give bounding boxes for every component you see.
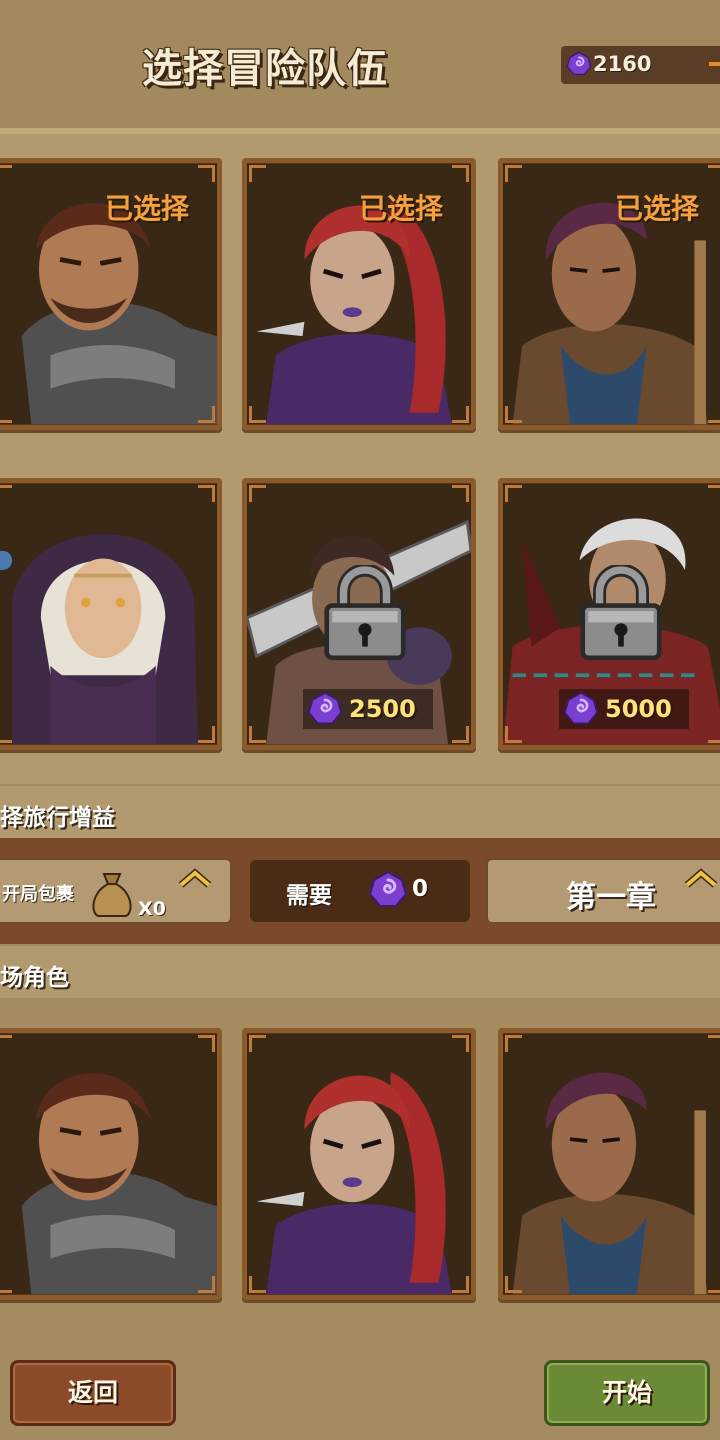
card-corner	[0, 1035, 12, 1052]
hero-card-shaman[interactable]: 已选择	[498, 158, 720, 430]
need-value: 0	[412, 876, 429, 902]
card-corner	[249, 726, 266, 743]
card-corner	[249, 1276, 266, 1293]
card-corner	[505, 1035, 522, 1052]
gem-balance: 2160	[561, 46, 720, 84]
card-corner	[708, 1276, 720, 1293]
chapter-selector[interactable]: 第一章	[486, 858, 720, 924]
hero-card-nun[interactable]	[0, 478, 222, 750]
add-gem-icon[interactable]	[709, 62, 720, 66]
card-corner	[452, 485, 469, 502]
card-corner	[708, 485, 720, 502]
lock-icon	[579, 565, 663, 661]
purple-gem-icon	[563, 691, 599, 727]
starter-pack-label: 开局包裹	[2, 884, 74, 905]
card-corner	[249, 406, 266, 423]
nun-portrait	[0, 483, 217, 745]
selected-tag: 已选择	[358, 192, 443, 225]
hero-card-rogue[interactable]: 已选择	[242, 158, 476, 430]
card-corner	[452, 1035, 469, 1052]
purple-gem-icon	[368, 870, 408, 910]
purple-gem-icon	[307, 691, 343, 727]
back-button[interactable]: 返回	[10, 1360, 176, 1426]
rogue-portrait	[247, 1033, 471, 1295]
page-title: 选择冒险队伍	[142, 46, 388, 92]
starter-pack-selector[interactable]: 开局包裹 X0	[0, 858, 232, 924]
deploy-slot-rogue[interactable]	[242, 1028, 476, 1300]
card-corner	[198, 726, 215, 743]
card-corner	[0, 726, 12, 743]
purple-gem-icon	[566, 51, 592, 77]
card-corner	[452, 726, 469, 743]
card-corner	[708, 726, 720, 743]
card-corner	[505, 726, 522, 743]
price-value: 5000	[605, 695, 672, 723]
top-bar: 选择冒险队伍 2160	[0, 0, 720, 128]
selected-tag: 已选择	[614, 192, 699, 225]
card-corner	[505, 1276, 522, 1293]
deploy-label: 场角色	[0, 965, 69, 991]
card-corner	[0, 1276, 12, 1293]
sack-icon	[92, 873, 132, 917]
start-button[interactable]: 开始	[544, 1360, 710, 1426]
card-corner	[0, 165, 12, 182]
deploy-slot-warrior[interactable]	[0, 1028, 222, 1300]
card-corner	[505, 485, 522, 502]
gem-count: 2160	[593, 52, 652, 76]
hero-card-warrior[interactable]: 已选择	[0, 158, 222, 430]
chevron-up-icon[interactable]	[178, 868, 212, 888]
deploy-header-band	[0, 946, 720, 998]
card-corner	[505, 406, 522, 423]
need-label: 需要	[286, 883, 332, 909]
hero-card-elder-mage-locked[interactable]: 5000	[498, 478, 720, 750]
card-corner	[452, 165, 469, 182]
card-corner	[198, 1276, 215, 1293]
card-corner	[708, 1035, 720, 1052]
starter-pack-count: X0	[138, 898, 166, 920]
card-corner	[198, 165, 215, 182]
card-corner	[0, 485, 12, 502]
hero-card-swordsman-locked[interactable]: 2500	[242, 478, 476, 750]
unlock-price: 5000	[559, 689, 689, 729]
card-corner	[249, 485, 266, 502]
chevron-up-icon[interactable]	[684, 868, 718, 888]
card-corner	[198, 1035, 215, 1052]
card-corner	[708, 165, 720, 182]
card-corner	[505, 165, 522, 182]
price-value: 2500	[349, 695, 416, 723]
card-corner	[708, 406, 720, 423]
card-corner	[198, 406, 215, 423]
selected-tag: 已选择	[104, 192, 189, 225]
shaman-portrait	[503, 1033, 720, 1295]
card-corner	[452, 406, 469, 423]
card-corner	[249, 1035, 266, 1052]
lock-icon	[323, 565, 407, 661]
warrior-portrait	[0, 1033, 217, 1295]
unlock-price: 2500	[303, 689, 433, 729]
deploy-slot-shaman[interactable]	[498, 1028, 720, 1300]
travel-buff-label: 择旅行增益	[0, 805, 115, 831]
card-corner	[198, 485, 215, 502]
cost-display: 需要 0	[250, 860, 470, 922]
card-corner	[0, 406, 12, 423]
card-corner	[452, 1276, 469, 1293]
card-corner	[249, 165, 266, 182]
chapter-label: 第一章	[566, 880, 656, 915]
